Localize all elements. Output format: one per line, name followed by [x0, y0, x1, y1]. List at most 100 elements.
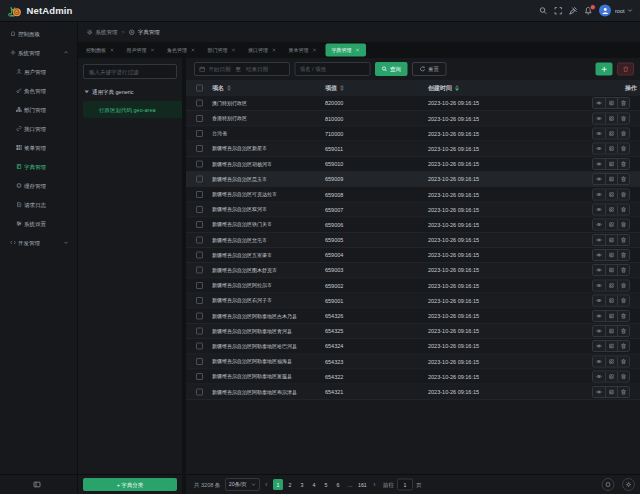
row-checkbox[interactable] [196, 312, 203, 319]
sort-icon[interactable] [227, 85, 231, 91]
view-button[interactable] [593, 311, 605, 321]
row-checkbox[interactable] [196, 282, 203, 289]
close-icon[interactable] [110, 48, 115, 53]
view-button[interactable] [593, 326, 605, 336]
view-button[interactable] [593, 356, 605, 366]
edit-button[interactable] [605, 189, 617, 199]
delete-button[interactable] [617, 356, 629, 366]
delete-button[interactable] [617, 296, 629, 306]
column-header-value[interactable]: 项值 [325, 84, 428, 93]
sidebar-item[interactable]: 接口管理 [0, 119, 77, 138]
page-button[interactable]: 2 [285, 479, 295, 490]
table-row[interactable]: 新疆维吾尔自治区昆玉市6590092023-10-26 09:16:15 [186, 172, 640, 187]
view-button[interactable] [593, 128, 605, 138]
view-button[interactable] [593, 204, 605, 214]
page-button[interactable]: 5 [321, 479, 331, 490]
edit-button[interactable] [605, 296, 617, 306]
prev-page-button[interactable]: ‹ [265, 481, 267, 489]
edit-button[interactable] [605, 280, 617, 290]
table-row[interactable]: 新疆维吾尔自治区阿勒泰地区青河县6543252023-10-26 09:16:1… [186, 324, 640, 339]
pin-icon[interactable] [569, 6, 578, 15]
edit-button[interactable] [605, 265, 617, 275]
view-button[interactable] [593, 250, 605, 260]
delete-button[interactable] [617, 387, 629, 397]
tab-item[interactable]: 控制面板 [80, 42, 121, 58]
tab-item[interactable]: 用户管理 [121, 42, 162, 58]
tab-item[interactable]: 部门管理 [202, 42, 243, 58]
table-row[interactable]: 新疆维吾尔自治区阿拉尔市6590022023-10-26 09:16:15 [186, 278, 640, 293]
table-row[interactable]: 新疆维吾尔自治区图木舒克市6590032023-10-26 09:16:15 [186, 263, 640, 278]
edit-button[interactable] [605, 250, 617, 260]
view-button[interactable] [593, 296, 605, 306]
refresh-table-button[interactable] [602, 478, 615, 491]
edit-button[interactable] [605, 144, 617, 154]
close-icon[interactable] [272, 48, 277, 53]
row-checkbox[interactable] [196, 328, 203, 335]
view-button[interactable] [593, 98, 605, 108]
view-button[interactable] [593, 235, 605, 245]
delete-button[interactable] [617, 265, 629, 275]
row-checkbox[interactable] [196, 358, 203, 365]
page-button[interactable]: 6 [333, 479, 343, 490]
avatar[interactable] [599, 5, 611, 17]
page-button[interactable]: 1 [273, 479, 283, 490]
close-icon[interactable] [191, 48, 196, 53]
edit-button[interactable] [605, 220, 617, 230]
close-icon[interactable] [150, 48, 155, 53]
edit-button[interactable] [605, 235, 617, 245]
row-checkbox[interactable] [196, 191, 203, 198]
delete-button[interactable] [617, 341, 629, 351]
tree-node-selected[interactable]: 行政区划代码 geo-area [83, 101, 182, 118]
page-size-select[interactable]: 20条/页 [225, 478, 260, 491]
table-row[interactable]: 新疆维吾尔自治区阿勒泰地区哈巴河县6543242023-10-26 09:16:… [186, 339, 640, 354]
fullscreen-icon[interactable] [554, 6, 563, 15]
row-checkbox[interactable] [196, 100, 203, 107]
close-icon[interactable] [355, 48, 360, 53]
delete-button[interactable] [617, 235, 629, 245]
sidebar-item[interactable]: 用户管理 [0, 62, 77, 81]
table-row[interactable]: 新疆维吾尔自治区阿勒泰地区布尔津县6543212023-10-26 09:16:… [186, 385, 640, 400]
tab-active[interactable]: 字典管理 [326, 44, 367, 57]
edit-button[interactable] [605, 326, 617, 336]
table-row[interactable]: 台湾省7100002023-10-26 09:16:15 [186, 126, 640, 141]
close-icon[interactable] [312, 48, 317, 53]
tree-filter-input[interactable]: 输入关键字进行过滤 [83, 64, 177, 79]
tab-item[interactable]: 接口管理 [242, 42, 283, 58]
sidebar-item[interactable]: 系统管理 [0, 43, 77, 62]
edit-button[interactable] [605, 372, 617, 382]
breadcrumb-item[interactable]: 系统管理 [96, 28, 118, 36]
table-row[interactable]: 新疆维吾尔自治区阿勒泰地区吉木乃县6543262023-10-26 09:16:… [186, 309, 640, 324]
row-checkbox[interactable] [196, 297, 203, 304]
column-header-name[interactable]: 项名 [212, 84, 325, 93]
delete-button[interactable] [617, 326, 629, 336]
tab-item[interactable]: 菜单管理 [283, 42, 324, 58]
edit-button[interactable] [605, 159, 617, 169]
edit-button[interactable] [605, 341, 617, 351]
delete-button[interactable] [617, 220, 629, 230]
view-button[interactable] [593, 220, 605, 230]
delete-button[interactable] [617, 113, 629, 123]
table-row[interactable]: 新疆维吾尔自治区阿勒泰地区富蕴县6543222023-10-26 09:16:1… [186, 370, 640, 385]
row-checkbox[interactable] [196, 221, 203, 228]
table-row[interactable]: 新疆维吾尔自治区新星市6590112023-10-26 09:16:15 [186, 142, 640, 157]
row-checkbox[interactable] [196, 130, 203, 137]
delete-button[interactable] [617, 189, 629, 199]
delete-button[interactable] [617, 250, 629, 260]
delete-button[interactable] [617, 144, 629, 154]
view-button[interactable] [593, 265, 605, 275]
table-row[interactable]: 新疆维吾尔自治区石河子市6590012023-10-26 09:16:15 [186, 294, 640, 309]
table-row[interactable]: 新疆维吾尔自治区五家渠市6590042023-10-26 09:16:15 [186, 248, 640, 263]
sidebar-item[interactable]: 系统设置 [0, 214, 77, 233]
sort-icon[interactable] [340, 85, 344, 91]
row-checkbox[interactable] [196, 373, 203, 380]
column-header-time[interactable]: 创建时间 [428, 84, 580, 93]
row-checkbox[interactable] [196, 267, 203, 274]
row-checkbox[interactable] [196, 252, 203, 259]
table-row[interactable]: 新疆维吾尔自治区铁门关市6590062023-10-26 09:16:15 [186, 218, 640, 233]
table-row[interactable]: 澳门特别行政区8200002023-10-26 09:16:15 [186, 96, 640, 111]
row-checkbox[interactable] [196, 176, 203, 183]
view-button[interactable] [593, 144, 605, 154]
breadcrumb-item-current[interactable]: 字典管理 [138, 28, 160, 36]
delete-button[interactable] [617, 280, 629, 290]
table-row[interactable]: 香港特别行政区8100002023-10-26 09:16:15 [186, 111, 640, 126]
